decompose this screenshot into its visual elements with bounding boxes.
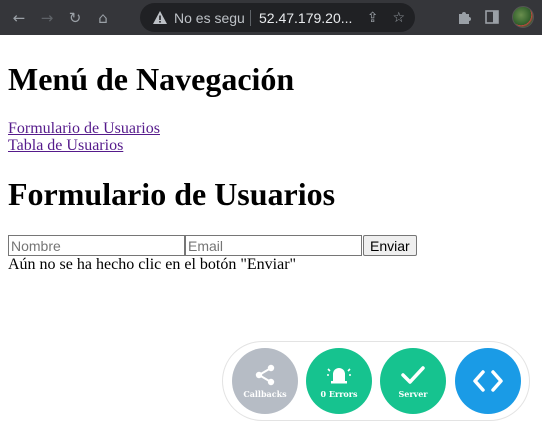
email-input[interactable] bbox=[185, 235, 362, 256]
star-icon[interactable]: ☆ bbox=[392, 10, 405, 26]
code-button[interactable] bbox=[455, 348, 521, 414]
browser-toolbar: ← → ↻ ⌂ No es segu 52.47.179.20... ⇪ ☆ bbox=[0, 0, 542, 35]
server-label: Server bbox=[398, 389, 428, 399]
warning-icon[interactable] bbox=[152, 10, 168, 26]
share-icon[interactable]: ⇪ bbox=[367, 10, 379, 26]
address-bar[interactable]: No es segu 52.47.179.20... ⇪ ☆ bbox=[140, 3, 415, 32]
avatar[interactable] bbox=[512, 6, 534, 28]
status-text: Aún no se ha hecho clic en el botón "Env… bbox=[8, 256, 297, 273]
bell-icon bbox=[327, 368, 351, 384]
url-text[interactable]: 52.47.179.20... bbox=[259, 10, 352, 26]
form-heading: Formulario de Usuarios bbox=[8, 176, 336, 212]
nav-links: Formulario de Usuarios Tabla de Usuarios bbox=[8, 120, 160, 154]
back-arrow-icon[interactable]: ← bbox=[8, 7, 30, 29]
callbacks-button[interactable]: Callbacks bbox=[232, 348, 298, 414]
code-icon bbox=[473, 370, 503, 392]
link-tabla-usuarios[interactable]: Tabla de Usuarios bbox=[8, 137, 160, 154]
forward-arrow-icon[interactable]: → bbox=[36, 7, 58, 29]
home-icon[interactable]: ⌂ bbox=[92, 7, 114, 29]
share-icon bbox=[255, 364, 275, 386]
name-input[interactable] bbox=[8, 235, 185, 256]
submit-button[interactable]: Enviar bbox=[363, 235, 417, 256]
reload-icon[interactable]: ↻ bbox=[64, 7, 86, 29]
nav-heading: Menú de Navegación bbox=[8, 61, 295, 97]
side-panel-icon[interactable] bbox=[484, 9, 500, 25]
check-icon bbox=[401, 366, 425, 384]
server-button[interactable]: Server bbox=[380, 348, 446, 414]
divider bbox=[250, 9, 251, 26]
user-form: Enviar bbox=[8, 235, 417, 256]
not-secure-label[interactable]: No es segu bbox=[174, 10, 244, 26]
dev-tools-widget: Callbacks 0 Errors Server bbox=[222, 341, 530, 421]
callbacks-label: Callbacks bbox=[243, 389, 287, 399]
errors-label: 0 Errors bbox=[320, 389, 358, 399]
errors-button[interactable]: 0 Errors bbox=[306, 348, 372, 414]
puzzle-icon[interactable] bbox=[456, 9, 472, 25]
link-formulario-usuarios[interactable]: Formulario de Usuarios bbox=[8, 120, 160, 137]
